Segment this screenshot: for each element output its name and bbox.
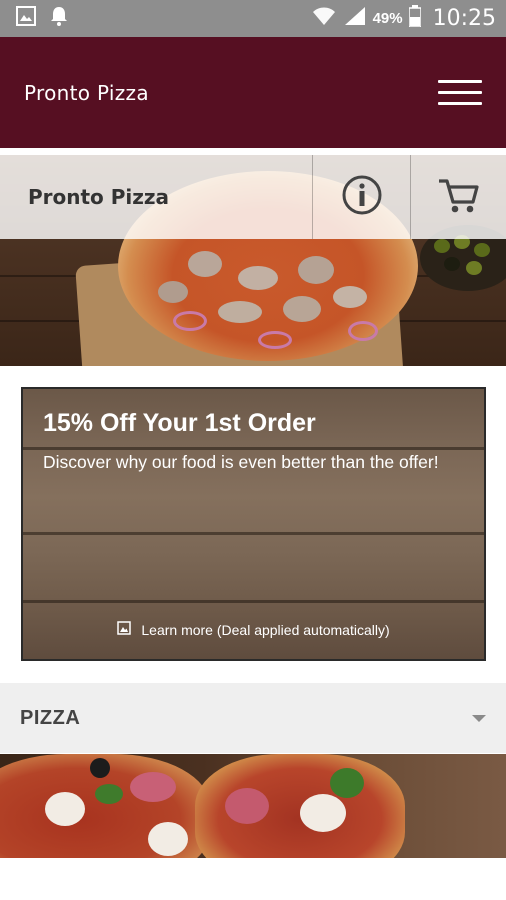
- image-icon: [117, 621, 132, 638]
- battery-percentage: 49%: [372, 10, 403, 27]
- offer-description: Discover why our food is even better tha…: [43, 452, 439, 472]
- status-bar: 49% 10:25: [0, 0, 506, 37]
- restaurant-header: Pronto Pizza: [0, 155, 506, 239]
- hero-banner: Pronto Pizza: [0, 155, 506, 366]
- offer-title: 15% Off Your 1st Order: [43, 409, 316, 437]
- info-button[interactable]: [312, 155, 410, 239]
- clock: 10:25: [432, 6, 496, 31]
- cart-icon: [437, 175, 481, 220]
- category-label: PIZZA: [20, 706, 81, 729]
- info-icon: [341, 174, 383, 221]
- category-image: [0, 754, 506, 858]
- learn-more-label: Learn more (Deal applied automatically): [141, 621, 390, 638]
- category-pizza[interactable]: PIZZA: [0, 683, 506, 753]
- caret-down-icon[interactable]: [472, 714, 486, 722]
- learn-more-link[interactable]: Learn more (Deal applied automatically): [23, 621, 484, 638]
- battery-icon: [407, 5, 422, 32]
- app-bar: Pronto Pizza: [0, 37, 506, 148]
- signal-icon: [343, 5, 367, 32]
- wifi-icon: [311, 5, 337, 32]
- restaurant-name: Pronto Pizza: [28, 185, 170, 209]
- offer-card[interactable]: 15% Off Your 1st Order Discover why our …: [21, 387, 486, 661]
- app-title: Pronto Pizza: [24, 80, 149, 105]
- cart-button[interactable]: [410, 155, 506, 239]
- hamburger-menu-icon[interactable]: [438, 78, 482, 108]
- bell-icon: [50, 6, 68, 31]
- image-icon: [16, 6, 36, 31]
